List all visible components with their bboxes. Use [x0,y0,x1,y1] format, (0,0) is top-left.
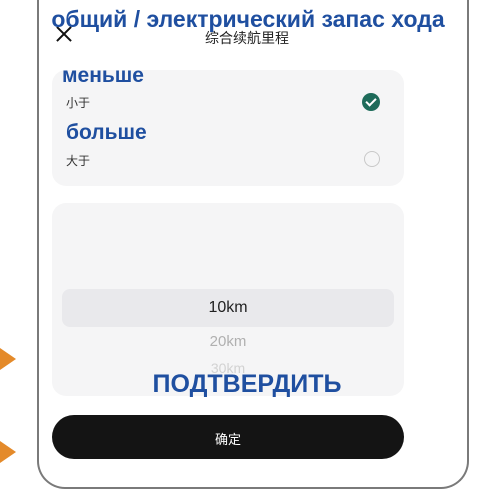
confirm-button[interactable]: 确定 [52,415,404,459]
option-less-label[interactable]: 小于 [66,94,90,111]
arrow-icon [0,441,16,463]
annotation-less: меньше [62,64,144,87]
annotation-more: больше [66,121,147,144]
radio-empty-icon[interactable] [364,151,380,167]
annotation-confirm: ПОДТВЕРДИТЬ [152,370,342,398]
picker-item[interactable]: 20km [52,333,404,350]
confirm-button-label: 确定 [214,433,241,448]
range-picker[interactable]: 10km 20km 30km [52,203,404,396]
picker-item[interactable]: 10km [52,299,404,317]
check-icon[interactable] [362,93,380,111]
option-more-label[interactable]: 大于 [66,152,90,169]
annotation-title: общий / электрический запас хода [51,6,445,32]
arrow-icon [0,348,16,370]
